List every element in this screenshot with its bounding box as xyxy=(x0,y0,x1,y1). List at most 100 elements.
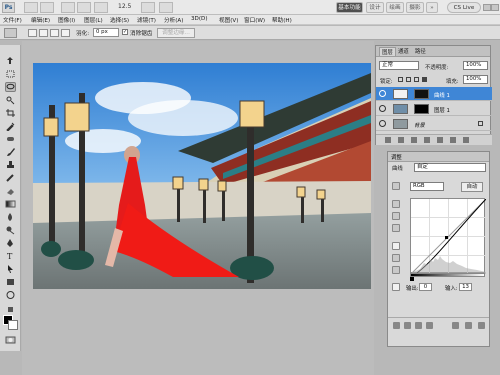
menu-filter[interactable]: 滤镜(T) xyxy=(137,16,156,24)
output-field[interactable]: 0 xyxy=(419,283,432,291)
add-selection-icon[interactable] xyxy=(39,29,48,37)
black-point-eyedropper-icon[interactable] xyxy=(392,200,400,208)
bridge-icon[interactable] xyxy=(24,2,38,13)
blur-icon[interactable] xyxy=(5,212,16,222)
white-point-eyedropper-icon[interactable] xyxy=(392,224,400,232)
show-clipping-icon[interactable] xyxy=(392,283,400,291)
curve-mode-icon[interactable] xyxy=(392,242,400,250)
menu-analysis[interactable]: 分析(A) xyxy=(164,16,183,24)
layer-row-layer1[interactable]: 图层 1 xyxy=(376,102,492,116)
new-selection-icon[interactable] xyxy=(28,29,37,37)
input-field[interactable]: 13 xyxy=(459,283,472,291)
layer-row-curves[interactable]: 曲线 1 xyxy=(376,87,492,101)
marquee-tool-icon[interactable] xyxy=(5,69,16,79)
document-image[interactable] xyxy=(33,63,371,289)
intersect-selection-icon[interactable] xyxy=(61,29,70,37)
fx-icon[interactable] xyxy=(398,137,404,143)
workspace-photography[interactable]: 摄影 xyxy=(406,2,424,13)
dodge-icon[interactable] xyxy=(5,225,16,235)
gray-point-eyedropper-icon[interactable] xyxy=(392,212,400,220)
blend-mode-select[interactable]: 正常 xyxy=(379,61,419,70)
menu-image[interactable]: 图像(I) xyxy=(58,16,75,24)
quick-mask-icon[interactable] xyxy=(5,335,16,345)
delete-layer-icon[interactable] xyxy=(463,137,469,143)
close-button[interactable] xyxy=(491,4,499,11)
brush-icon[interactable] xyxy=(5,147,16,157)
group-icon[interactable] xyxy=(437,137,443,143)
menu-window[interactable]: 窗口(W) xyxy=(244,16,265,24)
workspace-design[interactable]: 设计 xyxy=(366,2,384,13)
channel-select[interactable]: RGB xyxy=(410,182,444,191)
layer-row-background[interactable]: 背景 xyxy=(376,117,492,131)
hand-tool-icon[interactable] xyxy=(77,2,91,13)
menu-view[interactable]: 视图(V) xyxy=(219,16,238,24)
gradient-icon[interactable] xyxy=(5,199,16,209)
arrange-documents-icon[interactable] xyxy=(141,2,155,13)
adjustment-icon[interactable] xyxy=(424,137,430,143)
link-layers-icon[interactable] xyxy=(385,137,391,143)
lasso-preset-picker[interactable] xyxy=(4,28,17,38)
workspace-essentials[interactable]: 基本功能 xyxy=(336,2,363,13)
tab-channels[interactable]: 通道 xyxy=(398,47,409,55)
visibility-eye-icon[interactable] xyxy=(379,90,386,97)
tab-paths[interactable]: 路径 xyxy=(415,47,426,55)
cs-live-button[interactable]: CS Live xyxy=(447,2,481,13)
tab-layers[interactable]: 图层 xyxy=(379,47,396,56)
shape-icon[interactable] xyxy=(5,277,16,287)
target-adjust-icon[interactable] xyxy=(392,182,400,190)
expand-icon[interactable] xyxy=(404,322,411,329)
visibility-eye-icon[interactable] xyxy=(379,120,386,127)
menu-layer[interactable]: 图层(L) xyxy=(84,16,103,24)
eraser-icon[interactable] xyxy=(5,186,16,196)
clip-icon[interactable] xyxy=(415,322,422,329)
menu-3d[interactable]: 3D(D) xyxy=(191,16,208,22)
layer-name: 曲线 1 xyxy=(434,93,450,99)
pen-icon[interactable] xyxy=(5,238,16,248)
minibridge-icon[interactable] xyxy=(40,2,54,13)
zoom-tool-icon[interactable] xyxy=(94,2,108,13)
auto-button[interactable]: 自动 xyxy=(461,182,483,192)
curves-graph[interactable] xyxy=(410,198,487,275)
new-layer-icon[interactable] xyxy=(450,137,456,143)
menu-help[interactable]: 帮助(H) xyxy=(272,16,292,24)
type-icon[interactable]: T xyxy=(5,251,16,261)
fill-field[interactable]: 100% xyxy=(463,75,488,84)
visibility-eye-icon[interactable] xyxy=(379,105,386,112)
mask-icon[interactable] xyxy=(411,137,417,143)
background-color[interactable] xyxy=(8,320,18,330)
previous-state-icon[interactable] xyxy=(452,322,459,329)
lasso-tool-icon[interactable] xyxy=(5,82,16,92)
black-point-slider[interactable] xyxy=(410,277,414,281)
visibility-icon[interactable] xyxy=(426,322,433,329)
return-icon[interactable] xyxy=(393,322,400,329)
screen-mode-icon[interactable] xyxy=(159,2,173,13)
move-tool-icon[interactable] xyxy=(5,56,16,66)
eyedropper-icon[interactable] xyxy=(5,121,16,131)
preset-select[interactable]: 自定 xyxy=(414,163,486,172)
opacity-field[interactable]: 100% xyxy=(463,61,488,70)
hand-icon[interactable] xyxy=(5,303,16,313)
refine-edge-button[interactable]: 调整边缘... xyxy=(157,28,195,38)
view-extras-icon[interactable] xyxy=(61,2,75,13)
subtract-selection-icon[interactable] xyxy=(50,29,59,37)
quick-select-icon[interactable] xyxy=(5,95,16,105)
smooth-icon[interactable] xyxy=(392,266,400,274)
workspace-painting[interactable]: 绘画 xyxy=(386,2,404,13)
menu-file[interactable]: 文件(F) xyxy=(3,16,22,24)
menu-edit[interactable]: 编辑(E) xyxy=(31,16,50,24)
clone-stamp-icon[interactable] xyxy=(5,160,16,170)
antialias-checkbox[interactable]: ✓ xyxy=(122,29,128,35)
menu-select[interactable]: 选择(S) xyxy=(110,16,129,24)
minimize-button[interactable] xyxy=(483,4,491,11)
healing-brush-icon[interactable] xyxy=(5,134,16,144)
pencil-mode-icon[interactable] xyxy=(392,254,400,262)
path-select-icon[interactable] xyxy=(5,264,16,274)
history-brush-icon[interactable] xyxy=(5,173,16,183)
reset-icon[interactable] xyxy=(465,322,472,329)
feather-input[interactable]: 0 px xyxy=(93,28,119,37)
curve-point[interactable] xyxy=(445,236,448,239)
workspace-more-button[interactable]: » xyxy=(426,2,438,13)
crop-tool-icon[interactable] xyxy=(5,108,16,118)
delete-adjustment-icon[interactable] xyxy=(478,322,485,329)
3d-rotate-icon[interactable] xyxy=(5,290,16,300)
